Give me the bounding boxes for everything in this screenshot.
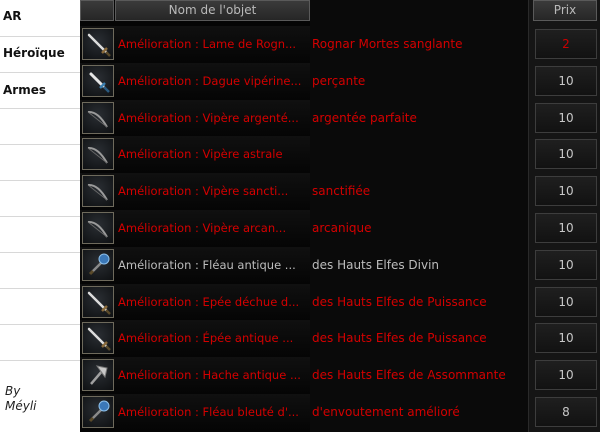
item-name-full-continuation: perçante bbox=[312, 74, 366, 88]
left-category-panel: AR Héroïque Armes By Méyli bbox=[0, 0, 81, 432]
item-name: Amélioration : Vipère astrale bbox=[118, 147, 283, 161]
category-row bbox=[0, 288, 80, 325]
price-cell: 10 bbox=[535, 250, 597, 280]
item-row[interactable]: Amélioration : Hache antique ... bbox=[80, 357, 310, 393]
author-credit: By Méyli bbox=[5, 384, 37, 414]
credit-author: Méyli bbox=[5, 399, 37, 413]
sword-icon[interactable] bbox=[82, 286, 114, 318]
price-cell: 10 bbox=[535, 360, 597, 390]
item-row[interactable]: Amélioration : Fléau antique ... bbox=[80, 247, 310, 283]
item-name: Amélioration : Vipère arcan... bbox=[118, 221, 287, 235]
item-name: Amélioration : Vipère sancti... bbox=[118, 184, 289, 198]
mace-icon[interactable] bbox=[82, 396, 114, 428]
credit-by: By bbox=[5, 384, 21, 398]
price-cell: 8 bbox=[535, 397, 597, 427]
item-name: Amélioration : Fléau bleuté d'... bbox=[118, 405, 299, 419]
item-name-full-continuation: des Hauts Elfes Divin bbox=[312, 258, 440, 272]
bow-icon[interactable] bbox=[82, 212, 114, 244]
item-name: Amélioration : Epée déchue d... bbox=[118, 295, 300, 309]
dagger-icon[interactable] bbox=[82, 65, 114, 97]
icon-column-header bbox=[80, 0, 114, 21]
item-row[interactable]: Amélioration : Vipère astrale bbox=[80, 136, 310, 172]
price-column-header[interactable]: Prix bbox=[533, 0, 597, 21]
item-name-column-header[interactable]: Nom de l'objet bbox=[115, 0, 310, 21]
category-row bbox=[0, 144, 80, 181]
price-cell: 2 bbox=[535, 29, 597, 59]
price-cell: 10 bbox=[535, 103, 597, 133]
category-row bbox=[0, 108, 80, 145]
item-name-continuation: Rognar Mortes sanglante perçante argentée … bbox=[310, 0, 530, 432]
item-name: Amélioration : Vipère argenté... bbox=[118, 111, 299, 125]
item-row[interactable]: Amélioration : Épée antique ... bbox=[80, 320, 310, 356]
price-cell: 10 bbox=[535, 139, 597, 169]
item-name: Amélioration : Dague vipérine... bbox=[118, 74, 302, 88]
item-list-window: Nom de l'objet Amélioration : Lame de Ro… bbox=[80, 0, 310, 432]
item-name: Amélioration : Épée antique ... bbox=[118, 331, 294, 345]
category-row bbox=[0, 324, 80, 361]
item-name-full-continuation: d'envoutement amélioré bbox=[312, 405, 460, 419]
sword-icon[interactable] bbox=[82, 322, 114, 354]
category-row bbox=[0, 216, 80, 253]
category-label-ar: AR bbox=[3, 9, 22, 23]
sword-icon[interactable] bbox=[82, 28, 114, 60]
item-name-full-continuation: sanctifiée bbox=[312, 184, 371, 198]
item-name-full-continuation: Rognar Mortes sanglante bbox=[312, 37, 463, 51]
item-row[interactable]: Amélioration : Dague vipérine... bbox=[80, 63, 310, 99]
item-row[interactable]: Amélioration : Lame de Rogn... bbox=[80, 26, 310, 62]
item-row[interactable]: Amélioration : Vipère arcan... bbox=[80, 210, 310, 246]
category-row: Héroïque bbox=[0, 36, 80, 73]
price-column: Prix 2 10 10 10 10 10 10 10 10 10 8 bbox=[528, 0, 600, 432]
item-name: Amélioration : Lame de Rogn... bbox=[118, 37, 297, 51]
bow-icon[interactable] bbox=[82, 138, 114, 170]
price-cell: 10 bbox=[535, 176, 597, 206]
category-row bbox=[0, 252, 80, 289]
item-name-full-continuation: des Hauts Elfes de Puissance bbox=[312, 331, 487, 345]
category-row: AR bbox=[0, 0, 80, 37]
bow-icon[interactable] bbox=[82, 102, 114, 134]
price-cell: 10 bbox=[535, 323, 597, 353]
item-row[interactable]: Amélioration : Vipère sancti... bbox=[80, 173, 310, 209]
item-name-full-continuation: argentée parfaite bbox=[312, 111, 417, 125]
item-row[interactable]: Amélioration : Epée déchue d... bbox=[80, 284, 310, 320]
bow-icon[interactable] bbox=[82, 175, 114, 207]
item-name: Amélioration : Hache antique ... bbox=[118, 368, 301, 382]
price-cell: 10 bbox=[535, 213, 597, 243]
item-name-full-continuation: des Hauts Elfes de Assommante bbox=[312, 368, 506, 382]
category-label-armes: Armes bbox=[3, 83, 46, 97]
item-name-full-continuation: des Hauts Elfes de Puissance bbox=[312, 295, 487, 309]
mace-icon[interactable] bbox=[82, 249, 114, 281]
axe-icon[interactable] bbox=[82, 359, 114, 391]
item-row[interactable]: Amélioration : Fléau bleuté d'... bbox=[80, 394, 310, 430]
category-row bbox=[0, 180, 80, 217]
category-row: Armes bbox=[0, 72, 80, 109]
item-row[interactable]: Amélioration : Vipère argenté... bbox=[80, 100, 310, 136]
category-label-heroique: Héroïque bbox=[3, 46, 65, 60]
price-cell: 10 bbox=[535, 287, 597, 317]
item-name-full-continuation: arcanique bbox=[312, 221, 372, 235]
item-name: Amélioration : Fléau antique ... bbox=[118, 258, 296, 272]
price-cell: 10 bbox=[535, 66, 597, 96]
